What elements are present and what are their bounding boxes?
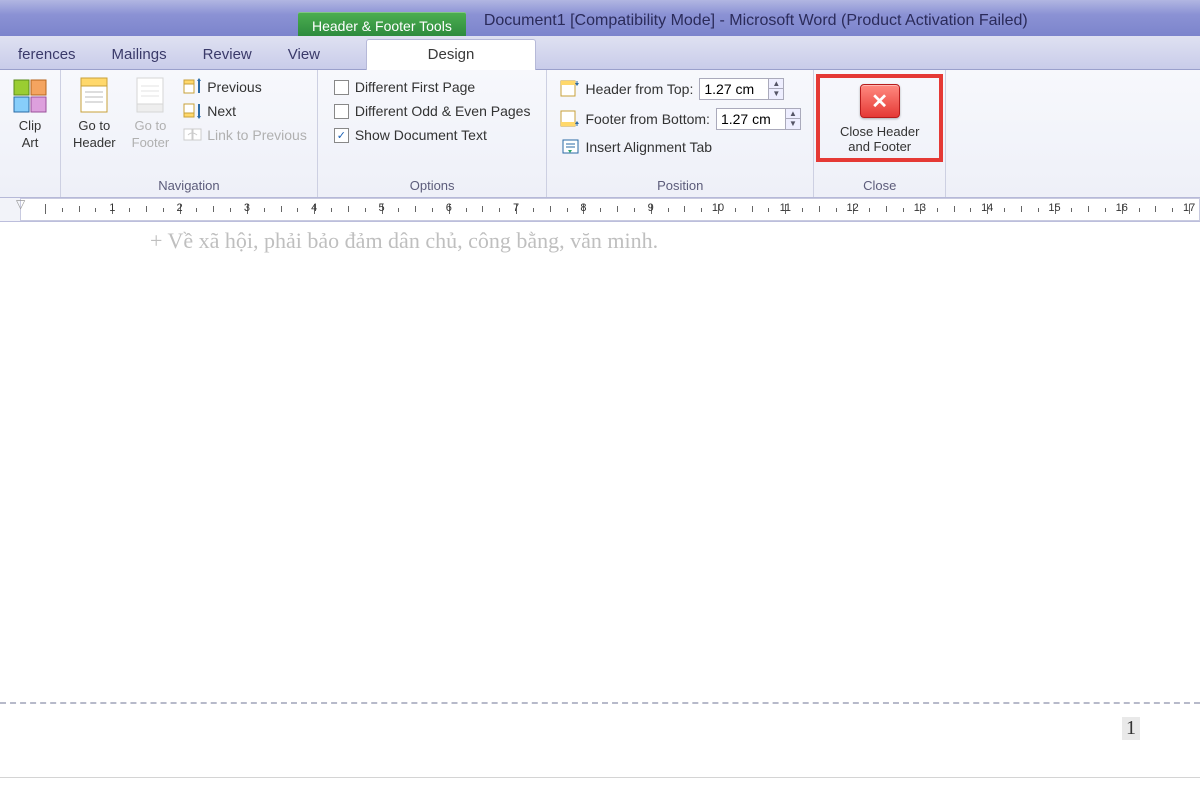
insert-alignment-tab-label: Insert Alignment Tab (585, 139, 712, 155)
show-document-text-checkbox[interactable]: ✓ Show Document Text (330, 124, 535, 146)
goto-footer-label: Go to Footer (132, 118, 170, 152)
document-body-text: + Về xã hội, phải bảo đảm dân chủ, công … (150, 228, 658, 254)
spinner-down-icon[interactable]: ▼ (786, 119, 800, 129)
clip-art-icon (12, 78, 48, 114)
next-label: Next (207, 103, 236, 119)
insert-alignment-tab-button[interactable]: Insert Alignment Tab (557, 136, 802, 158)
goto-header-label: Go to Header (73, 118, 116, 152)
close-header-footer-button[interactable]: ✕ Close Header and Footer (816, 74, 944, 162)
title-bar: Header & Footer Tools Document1 [Compati… (0, 0, 1200, 36)
ribbon-tabs: ferences Mailings Review View Design (0, 36, 1200, 70)
next-button[interactable]: Next (179, 100, 311, 122)
different-first-page-checkbox[interactable]: Different First Page (330, 76, 535, 98)
insert-alignment-tab-icon (561, 138, 581, 156)
indent-marker-icon[interactable]: ▽ (16, 198, 25, 211)
link-to-previous-button: Link to Previous (179, 124, 311, 146)
previous-button[interactable]: Previous (179, 76, 311, 98)
checkbox-icon (334, 80, 349, 95)
header-from-top-input[interactable] (699, 78, 769, 100)
group-label-navigation: Navigation (67, 176, 311, 197)
group-label-position: Position (553, 176, 806, 197)
spinner-up-icon[interactable]: ▲ (769, 79, 783, 89)
clip-art-button[interactable]: Clip Art (6, 74, 54, 156)
page-number[interactable]: 1 (1122, 717, 1140, 740)
group-label-close: Close (816, 176, 944, 197)
clip-art-label: Clip Art (19, 118, 41, 152)
goto-header-button[interactable]: Go to Header (67, 74, 122, 156)
goto-footer-icon (132, 78, 168, 114)
tab-review[interactable]: Review (185, 40, 270, 69)
group-label-blank (6, 176, 54, 197)
header-from-top-icon (559, 80, 579, 98)
different-odd-even-label: Different Odd & Even Pages (355, 103, 531, 119)
checkbox-icon (334, 104, 349, 119)
spinner-up-icon[interactable]: ▲ (786, 109, 800, 119)
link-to-previous-label: Link to Previous (207, 127, 307, 143)
document-area[interactable]: + Về xã hội, phải bảo đảm dân chủ, công … (0, 222, 1200, 800)
window-title: Document1 [Compatibility Mode] - Microso… (466, 12, 1042, 36)
horizontal-ruler[interactable]: 1234567891011121314151617 ▽ (0, 198, 1200, 222)
close-header-footer-label: Close Header and Footer (840, 124, 920, 154)
group-label-options: Options (324, 176, 541, 197)
different-odd-even-checkbox[interactable]: Different Odd & Even Pages (330, 100, 535, 122)
page-bottom-edge (0, 777, 1200, 778)
link-to-previous-icon (183, 126, 203, 144)
previous-label: Previous (207, 79, 261, 95)
previous-icon (183, 78, 203, 96)
show-document-text-label: Show Document Text (355, 127, 487, 143)
footer-from-bottom-icon (559, 110, 579, 128)
tab-view[interactable]: View (270, 40, 338, 69)
header-from-top-label: Header from Top: (585, 81, 693, 97)
tab-references[interactable]: ferences (0, 40, 94, 69)
tab-design[interactable]: Design (366, 39, 536, 70)
goto-footer-button: Go to Footer (126, 74, 176, 156)
contextual-tab-header-footer: Header & Footer Tools (298, 12, 466, 36)
spinner-down-icon[interactable]: ▼ (769, 89, 783, 99)
footer-from-bottom-input[interactable] (716, 108, 786, 130)
footer-separator (0, 702, 1200, 704)
tab-mailings[interactable]: Mailings (94, 40, 185, 69)
goto-header-icon (76, 78, 112, 114)
close-icon: ✕ (860, 84, 900, 118)
different-first-page-label: Different First Page (355, 79, 475, 95)
checkbox-checked-icon: ✓ (334, 128, 349, 143)
next-icon (183, 102, 203, 120)
ribbon: Clip Art Go to Header Go to Footer (0, 70, 1200, 198)
footer-from-bottom-label: Footer from Bottom: (585, 111, 709, 127)
